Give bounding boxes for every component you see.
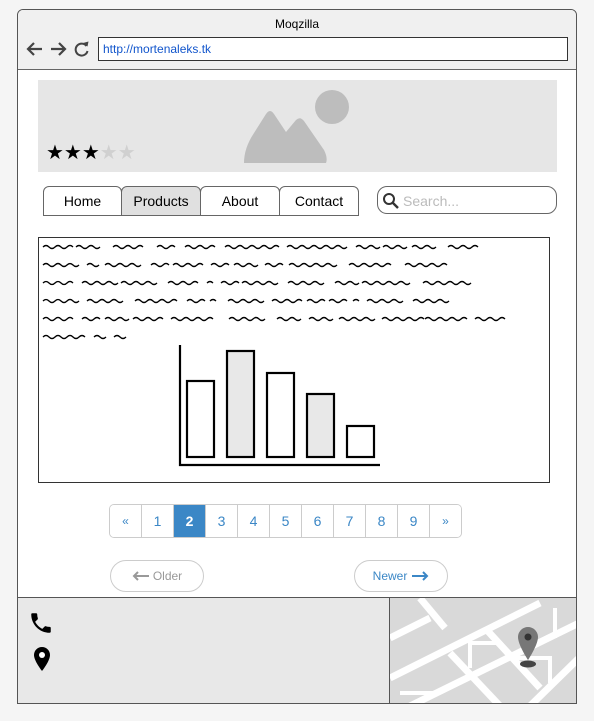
- nav-item-home[interactable]: Home: [43, 186, 122, 216]
- search-placeholder: Search...: [403, 193, 460, 209]
- reload-icon[interactable]: [73, 41, 91, 57]
- chart-bar-3: [265, 371, 296, 459]
- chart-bar-2: [225, 349, 256, 459]
- image-placeholder-icon: [244, 90, 349, 163]
- pagination: « 1 2 3 4 5 6 7 8 9 »: [109, 504, 462, 538]
- forward-arrow-icon[interactable]: [49, 41, 67, 57]
- search-icon: [383, 193, 399, 209]
- newer-label: Newer: [372, 569, 408, 583]
- older-button[interactable]: Older: [110, 560, 204, 592]
- scribble-text-placeholder: [42, 244, 506, 340]
- arrow-right-icon: [412, 571, 429, 581]
- pagination-page-9[interactable]: 9: [398, 505, 430, 537]
- browser-titlebar: Moqzilla http://mortenaleks.tk: [18, 10, 576, 70]
- map-pin-icon: [518, 627, 538, 668]
- pagination-page-1[interactable]: 1: [142, 505, 174, 537]
- nav-item-about[interactable]: About: [200, 186, 280, 216]
- content-illustration: [42, 244, 506, 467]
- pagination-prev[interactable]: «: [110, 505, 142, 537]
- pagination-page-5[interactable]: 5: [270, 505, 302, 537]
- older-label: Older: [152, 569, 183, 583]
- bar-chart-placeholder-icon: [178, 345, 380, 467]
- location-pin-icon: [34, 647, 50, 671]
- content-panel: [38, 237, 550, 483]
- pagination-page-8[interactable]: 8: [366, 505, 398, 537]
- window-title: Moqzilla: [274, 17, 319, 31]
- pagination-next[interactable]: »: [430, 505, 461, 537]
- arrow-left-icon: [132, 571, 149, 581]
- star-rating: ★★★★★: [46, 143, 136, 163]
- pagination-page-2[interactable]: 2: [174, 505, 206, 537]
- chart-bar-4: [305, 392, 336, 459]
- nav-item-products[interactable]: Products: [121, 186, 201, 216]
- rating-stars-filled: ★★★: [46, 142, 100, 164]
- chart-bar-5: [345, 424, 376, 459]
- address-bar[interactable]: http://mortenaleks.tk: [98, 37, 568, 61]
- browser-window: Moqzilla http://mortenaleks.tk ★★★★★ Hom…: [17, 9, 577, 704]
- rating-stars-empty: ★★: [99, 142, 136, 164]
- nav-menu: Home Products About Contact: [43, 186, 359, 216]
- nav-item-contact[interactable]: Contact: [279, 186, 359, 216]
- pagination-page-6[interactable]: 6: [302, 505, 334, 537]
- pagination-page-7[interactable]: 7: [334, 505, 366, 537]
- newer-button[interactable]: Newer: [354, 560, 448, 592]
- pagination-page-4[interactable]: 4: [238, 505, 270, 537]
- map-thumbnail[interactable]: [389, 598, 576, 703]
- map-icon: [390, 598, 576, 703]
- phone-icon: [31, 613, 51, 633]
- search-input[interactable]: Search...: [377, 186, 557, 214]
- chart-bar-1: [185, 379, 216, 459]
- pagination-page-3[interactable]: 3: [206, 505, 238, 537]
- footer: [18, 597, 576, 703]
- back-arrow-icon[interactable]: [26, 41, 44, 57]
